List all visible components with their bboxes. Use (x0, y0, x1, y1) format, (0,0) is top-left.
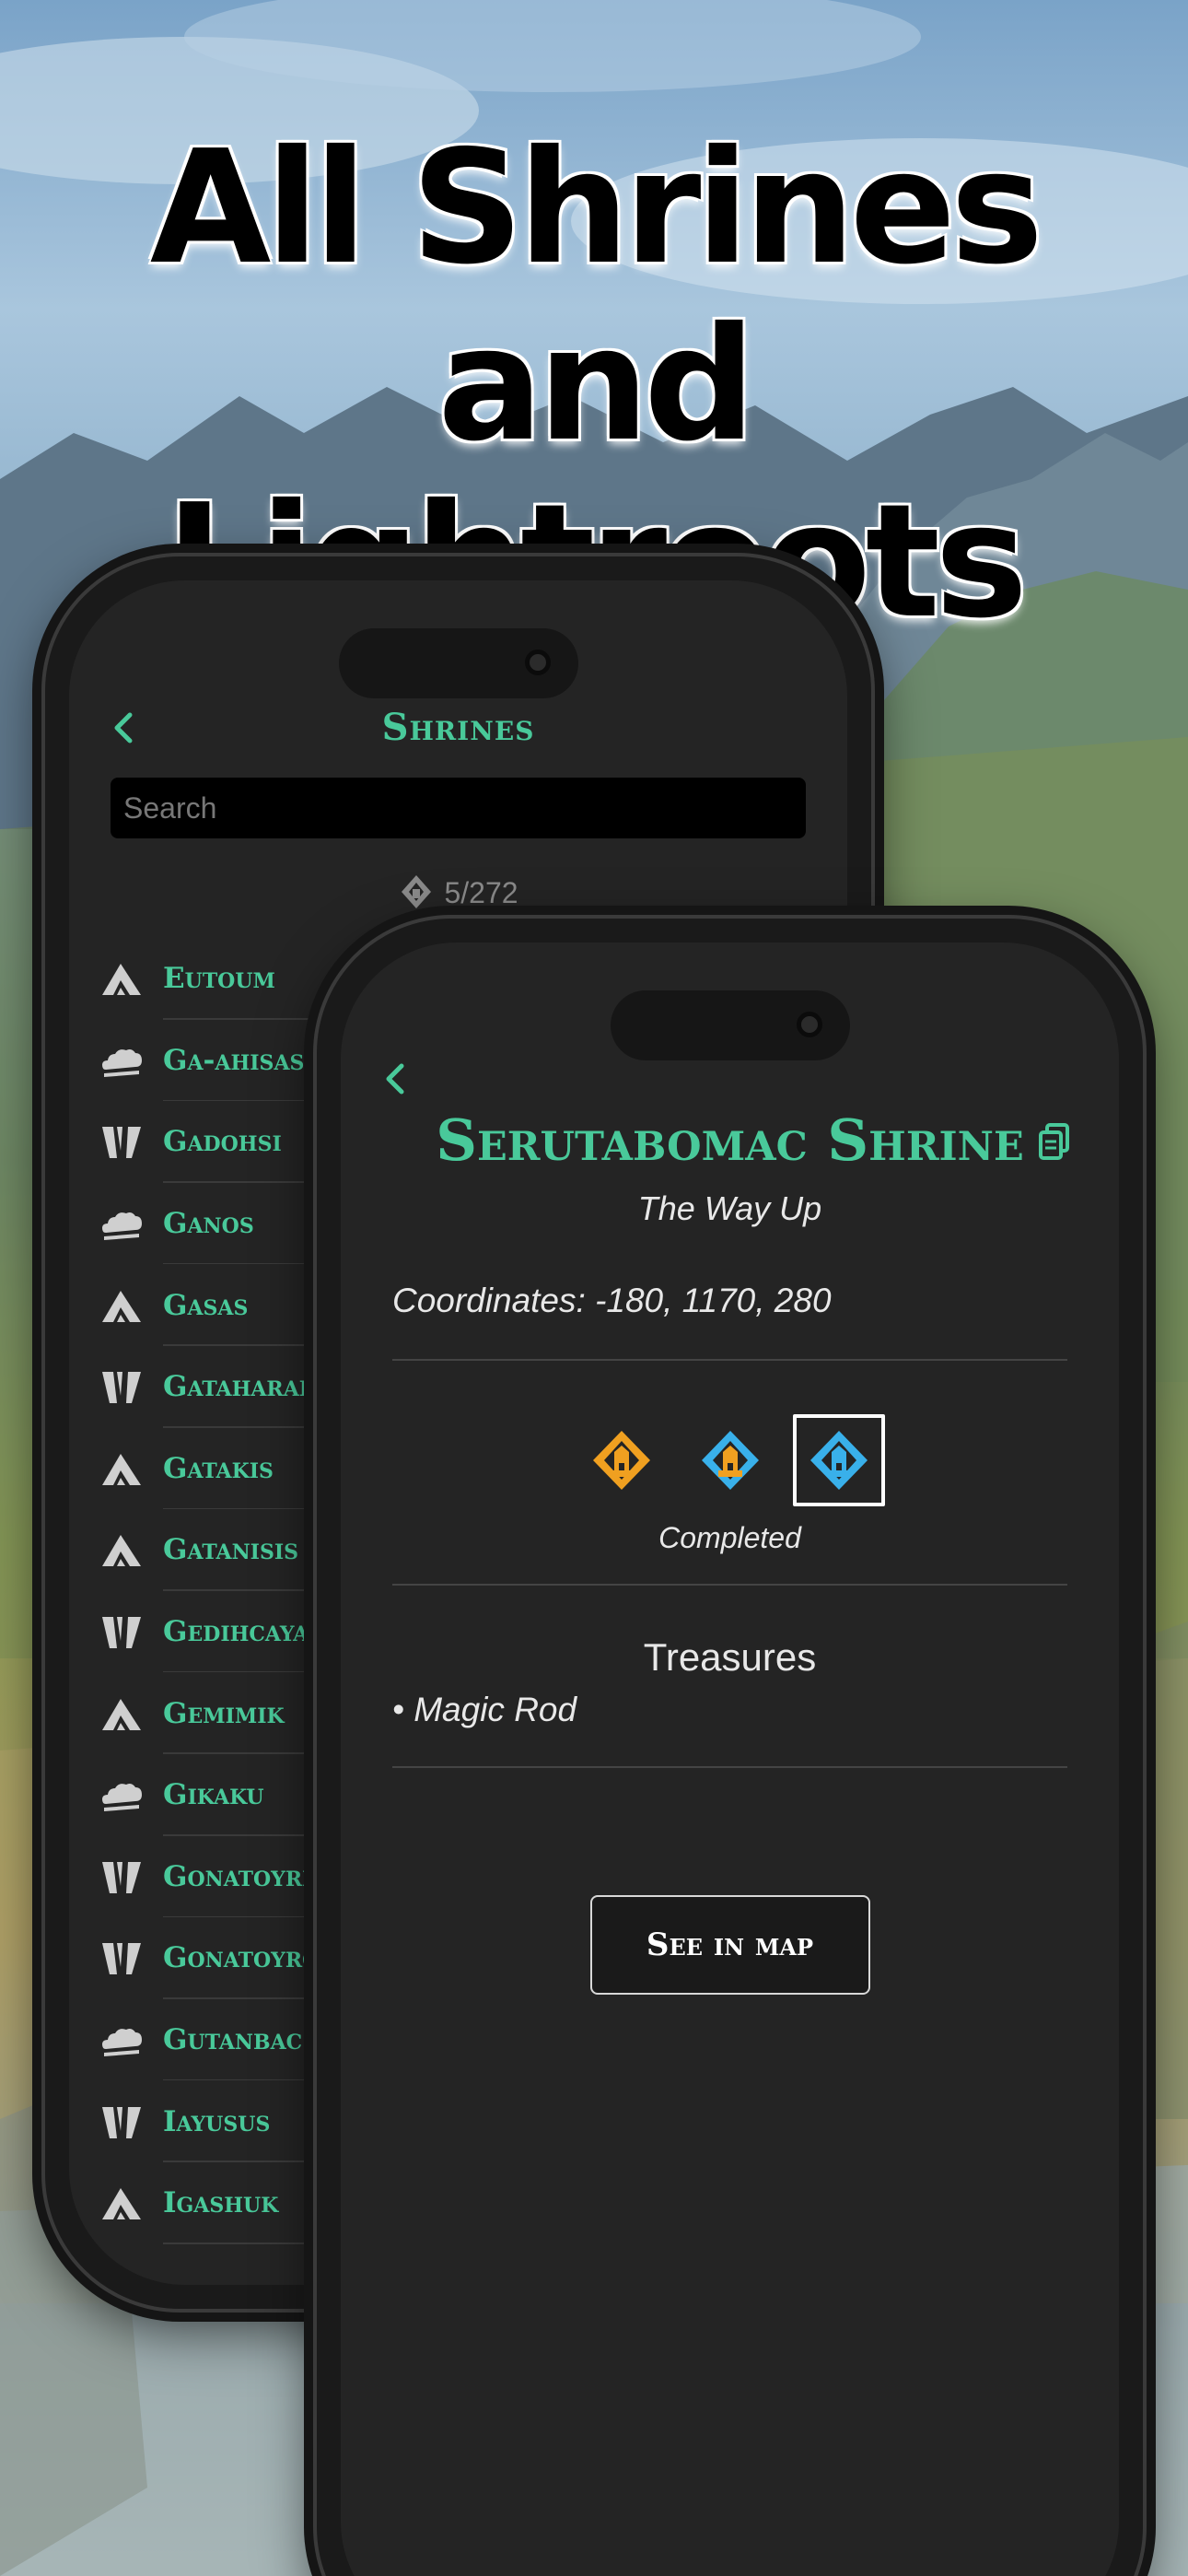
divider (392, 1766, 1067, 1768)
search-input[interactable] (111, 778, 806, 838)
cloud-icon (102, 1048, 142, 1077)
shrine-name: Gonatoyrim (163, 1859, 334, 1893)
treasures-heading: Treasures (643, 1635, 817, 1679)
dynamic-island (610, 990, 850, 1060)
shrine-completed-icon (809, 1431, 868, 1490)
cloud-icon (102, 1212, 142, 1241)
shrine-name: Gutanbac (163, 2023, 303, 2057)
shrine-progress-counter: 5/272 (69, 873, 847, 910)
shrine-detail-screen: Serutabomac Shrine The Way Up Coordinate… (341, 943, 1119, 2576)
shrine-name: Gadohsi (163, 1125, 282, 1159)
shrine-name: Gonatoyros (163, 1941, 335, 1975)
status-not-visited-button[interactable] (576, 1414, 668, 1506)
shrine-name: Ganos (163, 1207, 254, 1241)
status-visited-button[interactable] (684, 1414, 776, 1506)
shrine-name: Gataharak (163, 1370, 317, 1404)
shrine-name: Gedihcayan (163, 1615, 328, 1649)
shrine-visited-icon (701, 1431, 759, 1490)
shrine-title: Serutabomac Shrine (436, 1107, 1024, 1174)
shrine-name: Gatakis (163, 1451, 274, 1485)
mountain-icon (102, 2188, 141, 2220)
divider (392, 1359, 1067, 1361)
status-label: Completed (658, 1521, 801, 1554)
shrine-name: Iayusus (163, 2104, 271, 2138)
canyon-icon (102, 2106, 141, 2138)
canyon-icon (102, 1617, 141, 1649)
copy-icon[interactable] (1036, 1121, 1073, 1162)
mountain-icon (102, 1698, 141, 1730)
cloud-icon (102, 2029, 142, 2057)
shrine-name: Gasas (163, 1288, 249, 1322)
headline-line-1: All Shrines and (149, 117, 1043, 476)
mountain-icon (102, 964, 141, 996)
shrine-name: Ga-ahisas (163, 1043, 305, 1077)
camera-icon (796, 1012, 822, 1037)
mountain-icon (102, 1453, 141, 1485)
back-chevron-icon[interactable] (378, 1060, 414, 1097)
phone-frame-detail: Serutabomac Shrine The Way Up Coordinate… (313, 915, 1147, 2576)
mountain-icon (102, 1290, 141, 1322)
canyon-icon (102, 1861, 141, 1893)
dynamic-island (338, 628, 578, 698)
cloud-icon (102, 1784, 142, 1812)
shrine-name: Eutoum (163, 962, 275, 996)
treasure-item: • Magic Rod (392, 1691, 577, 1728)
shrine-not-visited-icon (592, 1431, 650, 1490)
see-in-map-button[interactable]: See in map (589, 1895, 870, 1995)
canyon-icon (102, 1372, 141, 1404)
shrine-name: Gatanisis (163, 1533, 299, 1567)
shrine-name: Igashuk (163, 2186, 279, 2220)
canyon-icon (102, 1127, 141, 1159)
coordinates-text: Coordinates: -180, 1170, 280 (392, 1282, 832, 1319)
shrine-subtitle: The Way Up (637, 1189, 822, 1227)
mountain-icon (102, 1535, 141, 1567)
canyon-icon (102, 1943, 141, 1975)
progress-text: 5/272 (444, 876, 518, 909)
page-title: Shrines (381, 706, 535, 749)
shrine-name: Gemimik (163, 1696, 285, 1730)
shrine-icon (402, 875, 432, 908)
divider (392, 1584, 1067, 1586)
status-selector (341, 1414, 1119, 1506)
status-completed-button[interactable] (792, 1414, 885, 1506)
shrine-name: Gikaku (163, 1778, 264, 1812)
camera-icon (524, 650, 551, 675)
